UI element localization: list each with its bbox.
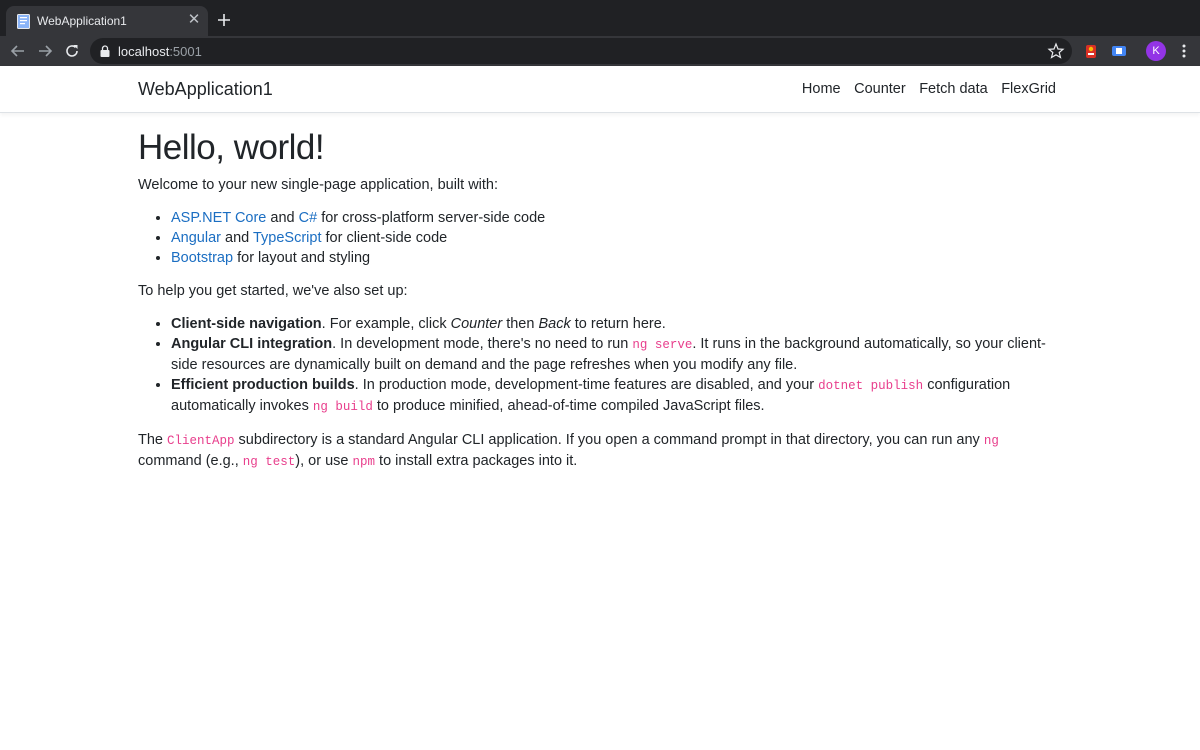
plain-text: to install extra packages into it. — [375, 453, 578, 469]
inline-code: ClientApp — [167, 434, 235, 448]
bold-text: Efficient production builds — [171, 377, 355, 393]
inline-link[interactable]: Angular — [171, 230, 221, 246]
nav-link-flexgrid[interactable]: FlexGrid — [1001, 81, 1056, 97]
bold-text: Angular CLI integration — [171, 336, 333, 352]
plain-text: subdirectory is a standard Angular CLI a… — [234, 432, 984, 448]
plain-text: The — [138, 432, 168, 448]
plain-text: for client-side code — [321, 230, 448, 246]
bold-text: Client-side navigation — [171, 316, 322, 332]
list-item: Bootstrap for layout and styling — [171, 248, 1066, 268]
tab-title: WebApplication1 — [37, 14, 127, 28]
nav-link-counter[interactable]: Counter — [854, 81, 906, 97]
bookmark-star-icon[interactable] — [1047, 42, 1065, 60]
inline-code: ng — [983, 434, 999, 448]
closing-text: The ClientApp subdirectory is a standard… — [138, 430, 1066, 472]
lock-icon[interactable] — [100, 45, 110, 57]
inline-link[interactable]: ASP.NET Core — [171, 210, 266, 226]
inline-code: ng build — [312, 400, 373, 414]
navbar-brand[interactable]: WebApplication1 — [138, 79, 273, 100]
main-content: Hello, world! Welcome to your new single… — [138, 128, 1066, 485]
list-item: Angular and TypeScript for client-side c… — [171, 228, 1066, 248]
list-item: Angular CLI integration. In development … — [171, 334, 1066, 375]
back-arrow-icon[interactable] — [7, 40, 29, 62]
features-list: Client-side navigation. For example, cli… — [171, 314, 1066, 417]
reload-icon[interactable] — [61, 40, 83, 62]
plus-icon[interactable] — [214, 10, 234, 30]
nav-links: Home Counter Fetch data FlexGrid — [788, 81, 1056, 97]
plain-text: . For example, click — [321, 316, 451, 332]
page-title: Hello, world! — [138, 128, 325, 167]
italic-text: Back — [538, 316, 571, 332]
forward-arrow-icon[interactable] — [34, 40, 56, 62]
app-navbar: WebApplication1 Home Counter Fetch data … — [0, 66, 1200, 113]
inline-code: dotnet publish — [818, 379, 924, 393]
plain-text: and — [220, 230, 253, 246]
inline-link[interactable]: Bootstrap — [171, 250, 233, 266]
plain-text: ), or use — [295, 453, 353, 469]
built-with-list: ASP.NET Core and C# for cross-platform s… — [171, 208, 1066, 268]
avatar[interactable]: K — [1146, 41, 1166, 61]
inline-code: ng serve — [632, 338, 693, 352]
list-item: Efficient production builds. In producti… — [171, 375, 1066, 417]
inline-link[interactable]: TypeScript — [253, 230, 322, 246]
plain-text: then — [502, 316, 539, 332]
nav-link-home[interactable]: Home — [802, 81, 841, 97]
more-vertical-icon[interactable] — [1174, 41, 1194, 61]
nav-link-fetch-data[interactable]: Fetch data — [919, 81, 988, 97]
italic-text: Counter — [450, 316, 503, 332]
setup-intro-text: To help you get started, we've also set … — [138, 283, 408, 299]
extension-icon[interactable] — [1110, 42, 1128, 60]
browser-tab[interactable]: WebApplication1 ✕ — [6, 6, 208, 36]
intro-text: Welcome to your new single-page applicat… — [138, 177, 499, 193]
plain-text: for cross-platform server-side code — [317, 210, 546, 226]
plain-text: . In production mode, development-time f… — [354, 377, 819, 393]
extension-icon[interactable] — [1082, 42, 1100, 60]
browser-toolbar: localhost:5001 K — [0, 36, 1200, 66]
list-item: Client-side navigation. For example, cli… — [171, 314, 1066, 334]
url-text[interactable]: localhost:5001 — [118, 44, 202, 59]
plain-text: for layout and styling — [233, 250, 371, 266]
plain-text: command (e.g., — [138, 453, 243, 469]
inline-code: ng test — [242, 455, 296, 469]
address-bar[interactable]: localhost:5001 — [90, 38, 1072, 64]
browser-tabstrip: WebApplication1 ✕ — [0, 0, 1200, 36]
document-icon — [17, 14, 30, 29]
inline-code: npm — [352, 455, 376, 469]
close-icon[interactable]: ✕ — [186, 12, 202, 28]
plain-text: and — [266, 210, 299, 226]
plain-text: to return here. — [570, 316, 666, 332]
list-item: ASP.NET Core and C# for cross-platform s… — [171, 208, 1066, 228]
plain-text: to produce minified, ahead-of-time compi… — [372, 398, 765, 414]
plain-text: . In development mode, there's no need t… — [332, 336, 633, 352]
inline-link[interactable]: C# — [299, 210, 318, 226]
